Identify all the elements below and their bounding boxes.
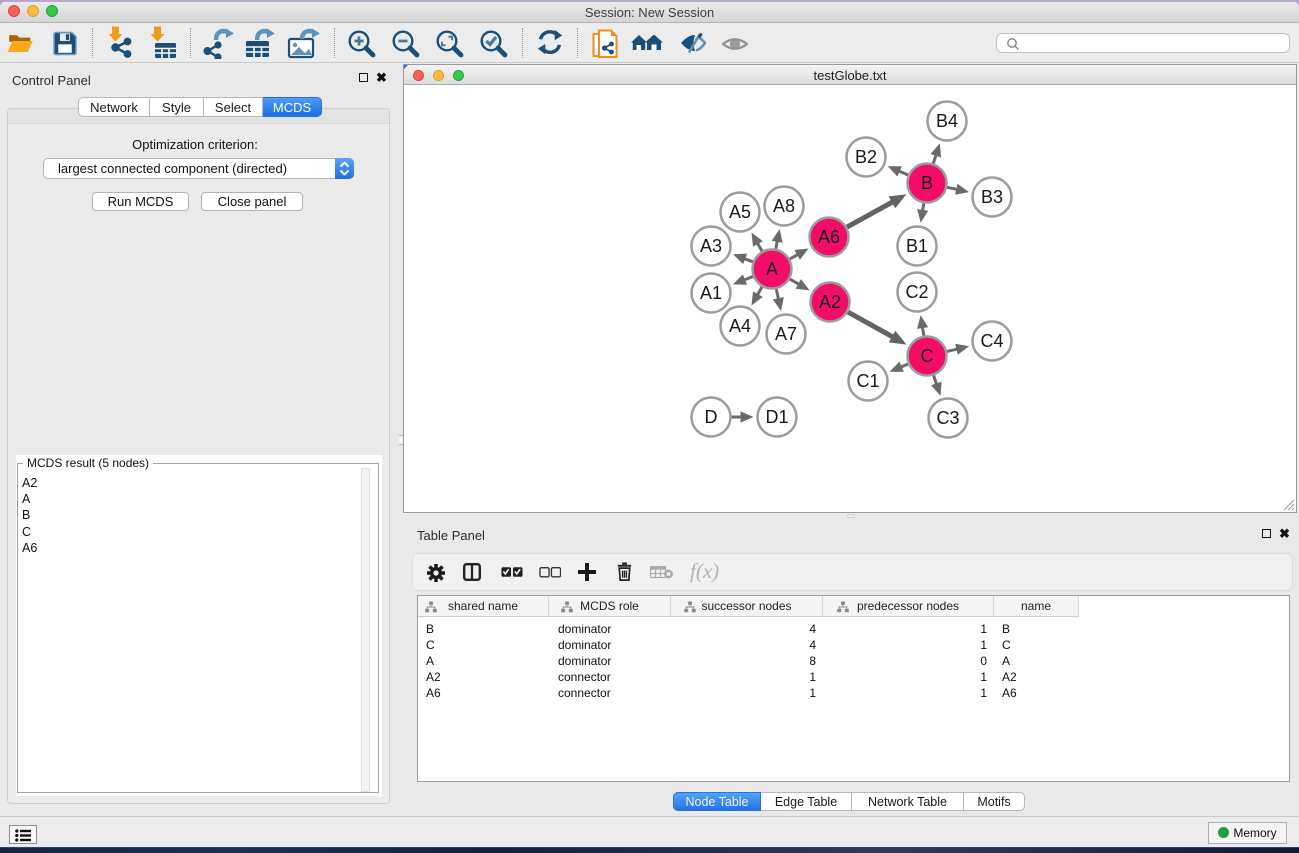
svg-text:D: D (705, 407, 718, 427)
svg-text:A1: A1 (700, 283, 722, 303)
svg-text:A7: A7 (775, 324, 797, 344)
svg-text:B2: B2 (855, 147, 877, 167)
svg-text:C4: C4 (980, 331, 1003, 351)
svg-text:A3: A3 (700, 236, 722, 256)
svg-text:C1: C1 (856, 371, 879, 391)
svg-text:B3: B3 (981, 187, 1003, 207)
svg-text:D1: D1 (765, 407, 788, 427)
svg-text:B1: B1 (906, 236, 928, 256)
svg-text:C3: C3 (936, 408, 959, 428)
svg-text:A5: A5 (729, 202, 751, 222)
svg-text:A8: A8 (773, 196, 795, 216)
svg-text:A: A (766, 259, 778, 279)
svg-text:A6: A6 (818, 227, 840, 247)
svg-text:B: B (921, 173, 933, 193)
svg-text:B4: B4 (936, 111, 958, 131)
svg-text:A2: A2 (819, 292, 841, 312)
svg-text:A4: A4 (729, 316, 751, 336)
svg-text:C: C (921, 346, 934, 366)
svg-text:C2: C2 (905, 282, 928, 302)
